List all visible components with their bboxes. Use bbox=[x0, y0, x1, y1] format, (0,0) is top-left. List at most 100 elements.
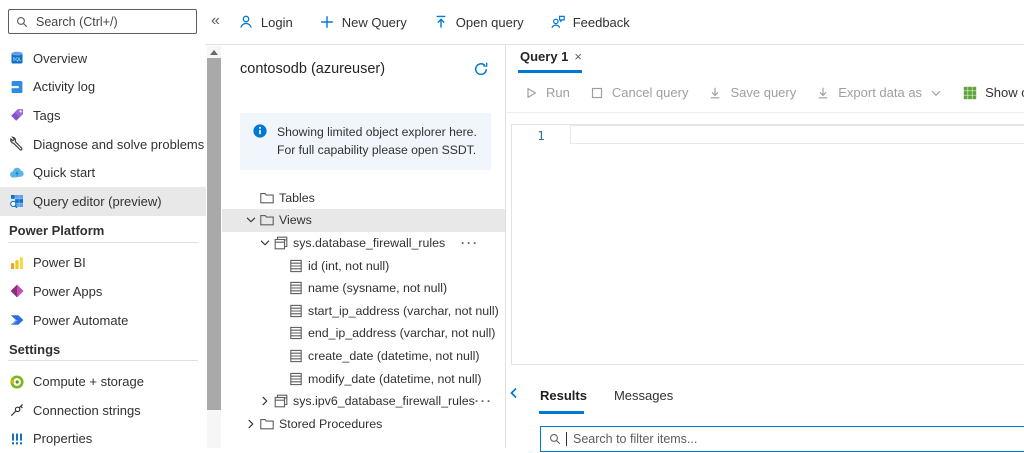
feedback-button[interactable]: Feedback bbox=[550, 14, 630, 30]
sidebar-item-label: Tags bbox=[33, 108, 60, 123]
sidebar-search-input[interactable] bbox=[34, 14, 190, 30]
sidebar-item-properties[interactable]: Properties bbox=[0, 425, 206, 453]
tree-label: Views bbox=[279, 213, 312, 227]
svg-text:SQL: SQL bbox=[13, 57, 22, 62]
collapse-menu-icon[interactable]: « bbox=[205, 12, 228, 32]
tree-node-column[interactable]: id (int, not null) bbox=[222, 254, 505, 277]
results-filter-input[interactable] bbox=[571, 431, 1018, 447]
power-bi-icon bbox=[9, 255, 25, 271]
login-button[interactable]: Login bbox=[238, 14, 293, 30]
active-tab-underline bbox=[518, 70, 582, 73]
compute-storage-icon bbox=[9, 374, 25, 390]
row-context-menu-icon[interactable]: ··· bbox=[461, 236, 505, 250]
view-icon bbox=[273, 235, 289, 251]
run-icon bbox=[523, 85, 539, 101]
green-grid-icon bbox=[962, 85, 978, 101]
properties-icon bbox=[9, 431, 25, 447]
tree-label: sys.ipv6_database_firewall_rules bbox=[293, 394, 475, 408]
sidebar-item-quick-start[interactable]: Quick start bbox=[0, 158, 206, 187]
tree-node-column[interactable]: name (sysname, not null) bbox=[222, 277, 505, 300]
sidebar-item-power-automate[interactable]: Power Automate bbox=[0, 306, 206, 335]
export-data-button[interactable]: Export data as bbox=[815, 85, 943, 101]
sidebar-item-tags[interactable]: Tags bbox=[0, 101, 206, 130]
sidebar-item-label: Power BI bbox=[33, 255, 86, 270]
resource-sidebar: SQL Overview Activity log Tags Diagnose … bbox=[0, 0, 206, 448]
open-query-button[interactable]: Open query bbox=[433, 14, 524, 30]
tab-query-1[interactable]: Query 1 × bbox=[520, 49, 584, 64]
plus-icon bbox=[319, 14, 335, 30]
person-icon bbox=[238, 14, 254, 30]
sidebar-item-label: Diagnose and solve problems bbox=[33, 137, 204, 152]
cancel-query-button[interactable]: Cancel query bbox=[589, 85, 689, 101]
tree-node-views[interactable]: Views bbox=[222, 209, 505, 232]
explorer-tree: Tables Views sys.database_firewall_rules… bbox=[222, 187, 505, 436]
info-icon bbox=[252, 123, 268, 139]
sidebar-search[interactable] bbox=[8, 9, 197, 34]
export-data-label: Export data as bbox=[838, 85, 922, 100]
tab-results[interactable]: Results bbox=[540, 388, 587, 403]
power-apps-icon bbox=[9, 283, 25, 299]
sql-editor[interactable]: 1 bbox=[511, 124, 1024, 365]
show-only-editor-button[interactable]: Show only Editor bbox=[962, 85, 1024, 101]
page-scrollbar bbox=[207, 46, 221, 448]
sidebar-item-query-editor[interactable]: Query editor (preview) bbox=[0, 187, 206, 216]
tree-node-view-firewall-rules[interactable]: sys.database_firewall_rules ··· bbox=[222, 232, 505, 255]
stop-icon bbox=[589, 85, 605, 101]
sidebar-item-diagnose[interactable]: Diagnose and solve problems bbox=[0, 130, 206, 159]
chevron-down-icon bbox=[258, 236, 272, 250]
sidebar-item-compute-storage[interactable]: Compute + storage bbox=[0, 367, 206, 396]
sidebar-item-activity-log[interactable]: Activity log bbox=[0, 73, 206, 102]
activity-log-icon bbox=[9, 79, 25, 95]
view-icon bbox=[273, 393, 289, 409]
sidebar-item-power-apps[interactable]: Power Apps bbox=[0, 277, 206, 306]
save-query-button[interactable]: Save query bbox=[707, 85, 796, 101]
feedback-icon bbox=[550, 14, 566, 30]
sidebar-item-label: Connection strings bbox=[33, 403, 141, 418]
close-tab-icon[interactable]: × bbox=[572, 49, 584, 64]
tree-node-stored-procedures[interactable]: Stored Procedures bbox=[222, 413, 505, 436]
column-icon bbox=[288, 280, 304, 296]
tree-node-column[interactable]: create_date (datetime, not null) bbox=[222, 345, 505, 368]
database-title: contosodb (azureuser) bbox=[240, 59, 385, 79]
query-editor-panel: Query 1 × Run Cancel query Save query Ex… bbox=[507, 45, 1024, 448]
feedback-label: Feedback bbox=[573, 15, 630, 30]
collapse-results-icon[interactable] bbox=[506, 385, 522, 401]
tree-node-column[interactable]: modify_date (datetime, not null) bbox=[222, 367, 505, 390]
sidebar-section-power-platform: Power Platform bbox=[0, 216, 206, 240]
tree-node-column[interactable]: start_ip_address (varchar, not null) bbox=[222, 300, 505, 323]
power-automate-icon bbox=[9, 312, 25, 328]
tree-node-view-ipv6-firewall-rules[interactable]: sys.ipv6_database_firewall_rules ··· bbox=[222, 390, 505, 413]
run-button[interactable]: Run bbox=[523, 85, 570, 101]
refresh-icon[interactable] bbox=[473, 61, 489, 77]
query-tab-bar: Query 1 × bbox=[507, 45, 1024, 73]
tab-messages[interactable]: Messages bbox=[614, 388, 673, 403]
run-label: Run bbox=[546, 85, 570, 100]
download-icon bbox=[815, 85, 831, 101]
sidebar-item-connection-strings[interactable]: Connection strings bbox=[0, 396, 206, 425]
tree-node-column[interactable]: end_ip_address (varchar, not null) bbox=[222, 322, 505, 345]
text-cursor bbox=[566, 432, 567, 446]
info-banner-text: Showing limited object explorer here. Fo… bbox=[277, 123, 481, 160]
connection-strings-icon bbox=[9, 402, 25, 418]
sidebar-item-label: Query editor (preview) bbox=[33, 194, 162, 209]
row-context-menu-icon[interactable]: ··· bbox=[475, 394, 506, 408]
chevron-down-icon bbox=[929, 86, 943, 100]
upload-icon bbox=[433, 14, 449, 30]
line-number-gutter: 1 bbox=[512, 125, 570, 364]
tree-node-tables[interactable]: Tables bbox=[222, 187, 505, 210]
sidebar-item-overview[interactable]: SQL Overview bbox=[0, 44, 206, 73]
query-tab-label: Query 1 bbox=[520, 49, 568, 64]
sidebar-nav: SQL Overview Activity log Tags Diagnose … bbox=[0, 44, 206, 453]
scrollbar-up-arrow[interactable] bbox=[210, 50, 218, 55]
new-query-label: New Query bbox=[342, 15, 407, 30]
sidebar-item-label: Power Automate bbox=[33, 313, 128, 328]
quick-start-cloud-icon bbox=[9, 165, 25, 181]
results-filter[interactable] bbox=[540, 426, 1024, 452]
scrollbar-thumb[interactable] bbox=[207, 58, 221, 410]
active-results-tab-underline bbox=[539, 411, 584, 414]
folder-icon bbox=[259, 416, 275, 432]
chevron-down-icon bbox=[244, 213, 258, 227]
cancel-query-label: Cancel query bbox=[612, 85, 689, 100]
new-query-button[interactable]: New Query bbox=[319, 14, 407, 30]
sidebar-item-power-bi[interactable]: Power BI bbox=[0, 249, 206, 278]
